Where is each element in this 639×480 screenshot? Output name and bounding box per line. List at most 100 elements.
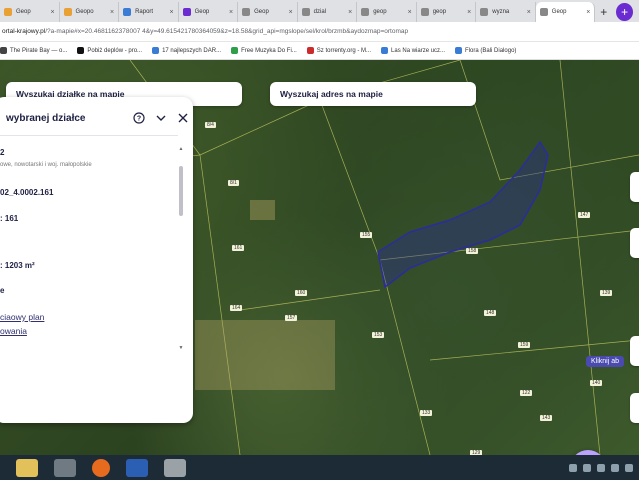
browser-tab-strip: Geop × Geopo × Raport × Geop × Geop × dzial × … — [0, 0, 639, 22]
map-control-button[interactable] — [630, 336, 639, 366]
parcel-number-label: 158 — [466, 248, 479, 254]
tray-icon[interactable] — [611, 463, 619, 472]
scroll-up-icon[interactable]: ▲ — [178, 146, 184, 152]
parcel-id: 02_4.0002.161 — [0, 188, 54, 197]
parcel-number-label: 160 — [295, 290, 308, 296]
tab-favicon — [480, 8, 489, 16]
close-tab-icon[interactable]: × — [527, 9, 531, 16]
zoning-plan-link-cont[interactable]: owania — [0, 326, 27, 336]
browser-tab[interactable]: geop × — [417, 2, 477, 22]
url-text[interactable]: ortal-krajowy.pl/?a-mapie#x=20.468116237… — [0, 28, 560, 35]
browser-tab[interactable]: Geop × — [179, 2, 239, 22]
bookmark-favicon — [455, 47, 463, 54]
tab-favicon — [420, 8, 429, 16]
bookmark-favicon — [152, 47, 160, 54]
firefox-icon[interactable] — [92, 458, 110, 477]
system-tray — [569, 463, 639, 472]
tray-icon[interactable] — [597, 463, 605, 472]
parcel-number: : 161 — [0, 214, 19, 223]
browser-tab[interactable]: geop × — [357, 2, 417, 22]
panel-body: 2 owe, nowotarski i woj. małopolskie 02_… — [0, 135, 183, 415]
browser-tab[interactable]: Raport × — [119, 2, 179, 22]
close-tab-icon[interactable]: × — [348, 9, 352, 16]
parcel-number-label: 140 — [590, 380, 603, 386]
parcel-number-label: 8/4 — [205, 122, 216, 128]
close-tab-icon[interactable]: × — [467, 9, 471, 16]
new-tab-icon[interactable]: + — [595, 3, 612, 21]
tab-favicon — [123, 8, 132, 16]
profile-icon[interactable]: + — [616, 3, 633, 21]
parcel-number-label: 148 — [484, 310, 497, 316]
tab-favicon — [242, 8, 251, 16]
parcel-area: : 1203 m² — [0, 261, 35, 270]
browser-tab[interactable]: dzial × — [298, 2, 358, 22]
parcel-number-label: 143 — [540, 415, 553, 421]
tab-favicon — [361, 8, 370, 16]
close-tab-icon[interactable]: × — [408, 9, 412, 16]
parcel-number-label: 8/1 — [228, 180, 239, 186]
close-tab-icon[interactable]: × — [289, 9, 293, 16]
taskbar — [0, 455, 639, 480]
close-tab-icon[interactable]: × — [229, 9, 233, 16]
close-tab-icon[interactable]: × — [170, 9, 174, 16]
tray-icon[interactable] — [569, 463, 577, 472]
map-control-button[interactable] — [630, 172, 639, 202]
parcel-number-label: 153 — [372, 332, 385, 338]
scroll-down-icon[interactable]: ▼ — [178, 345, 184, 351]
tray-icon[interactable] — [583, 463, 591, 472]
parcel-number-label: 159 — [518, 342, 531, 348]
parcel-number-label: 139 — [600, 290, 613, 296]
help-icon[interactable]: ? — [132, 111, 146, 125]
close-tab-icon[interactable]: × — [586, 9, 590, 16]
bookmark[interactable]: Flora (Bali Dialogo) — [455, 47, 516, 54]
file-explorer-icon[interactable] — [16, 458, 38, 477]
scroll-thumb[interactable] — [179, 166, 183, 216]
parcel-location: owe, nowotarski i woj. małopolskie — [0, 162, 92, 168]
chevron-down-icon[interactable] — [154, 111, 168, 125]
bookmark-favicon — [306, 47, 314, 54]
panel-scrollbar[interactable]: ▲ ▼ — [178, 146, 184, 351]
browser-tab[interactable]: wyzna × — [476, 2, 536, 22]
parcel-number-label: 133 — [420, 410, 433, 416]
bookmark[interactable]: Free Muzyka Do Fi... — [231, 47, 297, 54]
map-control-button[interactable] — [630, 228, 639, 258]
bookmark[interactable]: 17 najlepszych DAR... — [152, 47, 221, 54]
bookmark[interactable]: Sz torrenty.org - M... — [306, 47, 371, 54]
browser-tab[interactable]: Geopo × — [60, 2, 120, 22]
close-icon[interactable] — [176, 111, 190, 125]
map-control-button[interactable] — [630, 393, 639, 423]
bookmark-favicon — [77, 47, 85, 54]
tray-icon[interactable] — [625, 463, 633, 472]
bookmarks-bar: The Pirate Bay — o... Pobiż deplów - pro… — [0, 42, 639, 60]
svg-text:?: ? — [137, 116, 141, 123]
close-tab-icon[interactable]: × — [110, 9, 114, 16]
parcel-number-label: 161 — [232, 245, 245, 251]
panel-title: wybranej działce — [6, 112, 86, 124]
browser-tab-active[interactable]: Geop × — [535, 2, 596, 22]
tab-favicon — [63, 8, 72, 16]
parcel-number-label: 164 — [230, 305, 243, 311]
parcel-number-label: 147 — [578, 212, 591, 218]
media-player-icon[interactable] — [54, 458, 76, 477]
browser-tab[interactable]: Geop × — [238, 2, 298, 22]
bookmark[interactable]: Las Na wiarze ucz... — [381, 47, 445, 54]
tab-favicon — [539, 8, 548, 16]
close-tab-icon[interactable]: × — [50, 9, 54, 16]
parcel-info-panel: wybranej działce ? 2 owe, nowotarski i w… — [0, 97, 193, 423]
selected-parcel[interactable] — [377, 140, 549, 289]
tab-favicon — [4, 8, 12, 16]
browser-tab[interactable]: Geop × — [0, 2, 60, 22]
parcel-field: e — [0, 286, 5, 295]
bookmark-favicon — [231, 47, 239, 54]
word-icon[interactable] — [126, 458, 148, 477]
app-icon[interactable] — [164, 458, 186, 477]
bookmark-favicon — [0, 47, 7, 54]
zoning-plan-link[interactable]: ciaowy plan — [0, 312, 44, 322]
parcel-number-label: 155 — [360, 232, 373, 238]
address-bar[interactable]: ortal-krajowy.pl/?a-mapie#x=20.468116237… — [0, 22, 639, 42]
bookmark[interactable]: The Pirate Bay — o... — [0, 47, 67, 54]
map-hint-label: Kliknij ab — [586, 356, 625, 367]
parcel-number-label: 122 — [520, 390, 533, 396]
bookmark[interactable]: Pobiż deplów - pro... — [77, 47, 142, 54]
search-address-input[interactable]: Wyszukaj adres na mapie — [270, 82, 476, 106]
